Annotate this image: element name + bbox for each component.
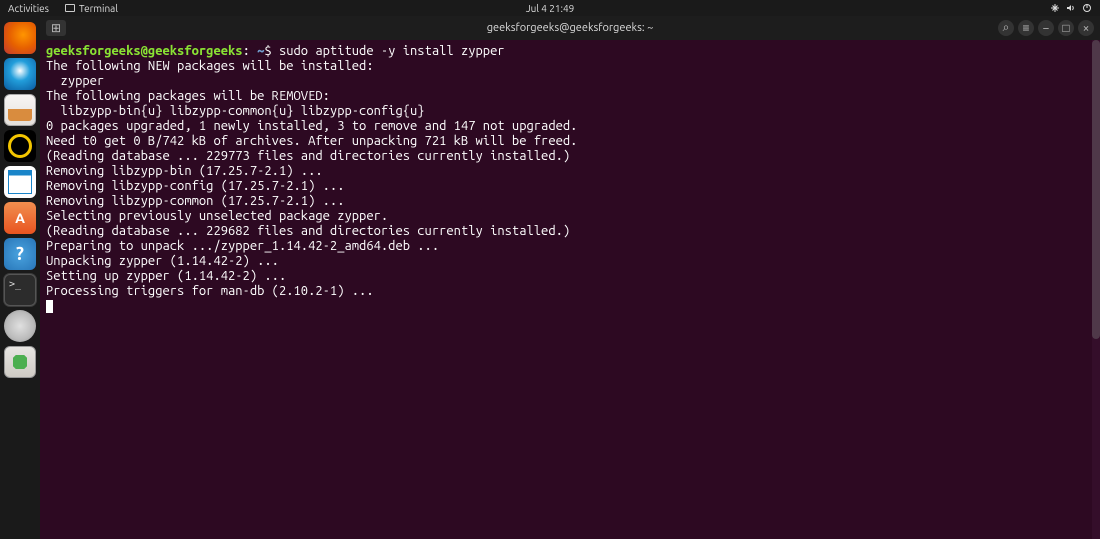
entered-command: sudo aptitude -y install zypper [279, 44, 505, 58]
rhythmbox-icon[interactable] [4, 130, 36, 162]
output-line: Removing libzypp-config (17.25.7-2.1) ..… [46, 179, 1094, 194]
prompt-path: ~ [250, 44, 265, 58]
minimize-button[interactable]: − [1038, 20, 1054, 36]
clock[interactable]: Jul 4 21:49 [526, 3, 575, 14]
app-menu-terminal[interactable]: Terminal [65, 3, 118, 14]
output-line: libzypp-bin{u} libzypp-common{u} libzypp… [46, 104, 1094, 119]
files-icon[interactable] [4, 94, 36, 126]
output-line: Removing libzypp-common (17.25.7-2.1) ..… [46, 194, 1094, 209]
disk-icon[interactable] [4, 310, 36, 342]
terminal-titlebar: ⊞ geeksforgeeks@geeksforgeeks: ~ ⌕ ≡ − □… [40, 16, 1100, 40]
new-tab-button[interactable]: ⊞ [46, 20, 66, 36]
output-line: (Reading database ... 229773 files and d… [46, 149, 1094, 164]
output-line: Selecting previously unselected package … [46, 209, 1094, 224]
gnome-top-bar: Activities Terminal Jul 4 21:49 [0, 0, 1100, 16]
terminal-body[interactable]: geeksforgeeks@geeksforgeeks: ~$ sudo apt… [40, 40, 1100, 539]
power-icon [1082, 3, 1092, 13]
close-button[interactable]: × [1078, 20, 1094, 36]
ubuntu-software-icon[interactable] [4, 202, 36, 234]
output-line: Unpacking zypper (1.14.42-2) ... [46, 254, 1094, 269]
terminal-icon [65, 4, 75, 12]
cursor-icon [46, 300, 53, 313]
menu-button[interactable]: ≡ [1018, 20, 1034, 36]
app-menu-label: Terminal [79, 3, 118, 14]
prompt-separator: : [243, 44, 250, 58]
output-line: 0 packages upgraded, 1 newly installed, … [46, 119, 1094, 134]
output-line: Processing triggers for man-db (2.10.2-1… [46, 284, 1094, 299]
terminal-app-icon[interactable] [4, 274, 36, 306]
trash-icon[interactable] [4, 346, 36, 378]
libreoffice-writer-icon[interactable] [4, 166, 36, 198]
help-icon[interactable]: ? [4, 238, 36, 270]
system-tray[interactable] [1050, 3, 1092, 13]
output-line: Need t0 get 0 B/742 kB of archives. Afte… [46, 134, 1094, 149]
activities-button[interactable]: Activities [8, 3, 49, 14]
firefox-icon[interactable] [4, 22, 36, 54]
output-line: Setting up zypper (1.14.42-2) ... [46, 269, 1094, 284]
output-line: Preparing to unpack .../zypper_1.14.42-2… [46, 239, 1094, 254]
thunderbird-icon[interactable] [4, 58, 36, 90]
dock: ? [0, 16, 40, 539]
output-line: zypper [46, 74, 1094, 89]
output-line: The following NEW packages will be insta… [46, 59, 1094, 74]
output-line: (Reading database ... 229682 files and d… [46, 224, 1094, 239]
scrollbar-track[interactable] [1092, 40, 1100, 539]
volume-icon [1066, 3, 1076, 13]
network-icon [1050, 3, 1060, 13]
search-button[interactable]: ⌕ [998, 20, 1014, 36]
scrollbar-thumb[interactable] [1092, 40, 1100, 339]
output-line: Removing libzypp-bin (17.25.7-2.1) ... [46, 164, 1094, 179]
prompt-line: geeksforgeeks@geeksforgeeks: ~$ sudo apt… [46, 44, 1094, 59]
prompt-user-host: geeksforgeeks@geeksforgeeks [46, 44, 243, 58]
cursor-line [46, 299, 1094, 314]
maximize-button[interactable]: □ [1058, 20, 1074, 36]
output-line: The following packages will be REMOVED: [46, 89, 1094, 104]
window-title: geeksforgeeks@geeksforgeeks: ~ [487, 22, 654, 34]
terminal-window: ⊞ geeksforgeeks@geeksforgeeks: ~ ⌕ ≡ − □… [40, 16, 1100, 539]
show-applications-icon[interactable] [8, 503, 32, 527]
prompt-symbol: $ [264, 44, 279, 58]
